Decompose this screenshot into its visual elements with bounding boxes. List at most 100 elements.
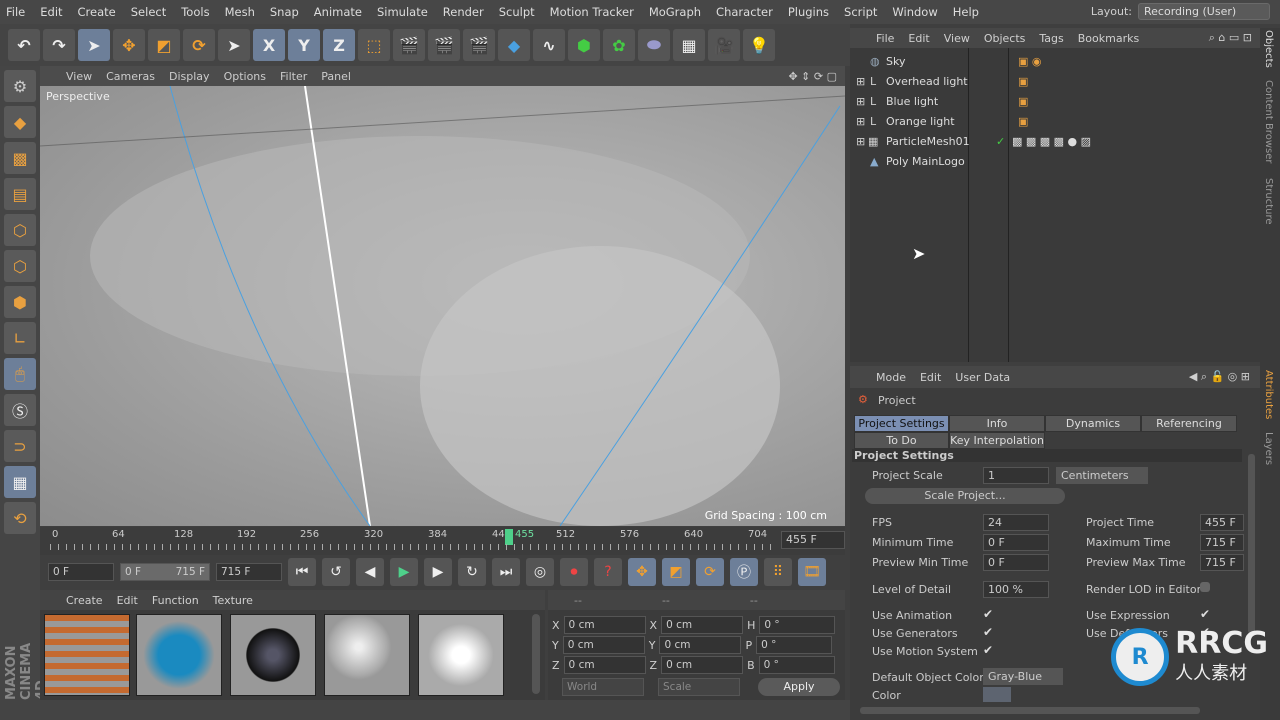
- menu-mesh[interactable]: Mesh: [225, 5, 255, 19]
- preview-max-field[interactable]: 715 F: [1200, 554, 1244, 571]
- model-mode-icon[interactable]: ◆: [4, 106, 36, 138]
- edges-mode-icon[interactable]: ⬡: [4, 250, 36, 282]
- nav-icons[interactable]: ◀ ⌕ 🔓 ◎ ⊞: [1189, 370, 1250, 384]
- record-pla-icon[interactable]: ⠿: [764, 558, 792, 586]
- object-row-overhead-light[interactable]: ⊞ L Overhead light ▣: [850, 71, 1260, 91]
- material-menu-create[interactable]: Create: [66, 594, 103, 607]
- render-picture-viewer-icon[interactable]: 🎬: [428, 29, 460, 61]
- viewport-menu-panel[interactable]: Panel: [321, 70, 351, 83]
- rotate-tool-icon[interactable]: ⟳: [183, 29, 215, 61]
- project-time-field[interactable]: 455 F: [1200, 514, 1244, 531]
- menu-script[interactable]: Script: [844, 5, 877, 19]
- size-mode-dropdown[interactable]: Scale: [658, 678, 740, 696]
- live-select-icon[interactable]: ➤: [218, 29, 250, 61]
- position-y-field[interactable]: 0 cm: [562, 636, 645, 654]
- tweak-mode-icon[interactable]: 🖱: [4, 358, 36, 390]
- record-rotation-icon[interactable]: ⟳: [696, 558, 724, 586]
- preview-min-field[interactable]: 0 F: [983, 554, 1049, 571]
- go-to-start-icon[interactable]: ⏮: [288, 558, 316, 586]
- obj-menu-file[interactable]: File: [876, 32, 894, 45]
- material-menu-edit[interactable]: Edit: [117, 594, 138, 607]
- camera-icon[interactable]: 🎥: [708, 29, 740, 61]
- expand-icon[interactable]: ⊞: [856, 95, 865, 108]
- menu-edit[interactable]: Edit: [40, 5, 62, 19]
- make-editable-icon[interactable]: ⚙: [4, 70, 36, 102]
- use-motion-checkbox[interactable]: ✔: [983, 643, 993, 657]
- spline-pen-icon[interactable]: ∿: [533, 29, 565, 61]
- timeline-ruler[interactable]: 0 64 128 192 256 320 384 44 455 512 576 …: [40, 527, 845, 555]
- search-icon[interactable]: ⌕ ⌂ ▭ ⊡: [1209, 31, 1252, 45]
- color-swatch[interactable]: [983, 687, 1011, 702]
- undo-icon[interactable]: ↶: [8, 29, 40, 61]
- scale-project-button[interactable]: Scale Project...: [865, 488, 1065, 504]
- material-menu-texture[interactable]: Texture: [213, 594, 253, 607]
- render-settings-icon[interactable]: 🎬: [463, 29, 495, 61]
- points-mode-icon[interactable]: ⬡: [4, 214, 36, 246]
- go-to-end-icon[interactable]: ⏭: [492, 558, 520, 586]
- viewport-menu-cameras[interactable]: Cameras: [106, 70, 155, 83]
- attr-hscrollbar[interactable]: [860, 707, 1200, 714]
- record-position-icon[interactable]: ✥: [628, 558, 656, 586]
- object-row-orange-light[interactable]: ⊞ L Orange light ▣: [850, 111, 1260, 131]
- material-menu-function[interactable]: Function: [152, 594, 199, 607]
- menu-select[interactable]: Select: [131, 5, 166, 19]
- light-icon[interactable]: 💡: [743, 29, 775, 61]
- material-thumbnail[interactable]: [324, 614, 410, 696]
- 3d-viewport[interactable]: Perspective Grid Spacing : 100 cm: [40, 86, 845, 526]
- keyframe-selection-icon[interactable]: ?: [594, 558, 622, 586]
- object-row-poly-mainlogo[interactable]: ▲ Poly MainLogo: [850, 151, 1260, 171]
- workplane-icon[interactable]: ▤: [4, 178, 36, 210]
- play-icon[interactable]: ▶: [390, 558, 418, 586]
- object-row-sky[interactable]: ◍ Sky ▣ ◉: [850, 51, 1260, 71]
- axis-mode-icon[interactable]: ∟: [4, 322, 36, 354]
- menu-tools[interactable]: Tools: [181, 5, 209, 19]
- texture-mode-icon[interactable]: ▩: [4, 142, 36, 174]
- side-tab-structure[interactable]: Structure: [1263, 178, 1274, 225]
- position-z-field[interactable]: 0 cm: [563, 656, 646, 674]
- magnet-icon[interactable]: ⊃: [4, 430, 36, 462]
- previous-frame-icon[interactable]: ◀: [356, 558, 384, 586]
- obj-menu-tags[interactable]: Tags: [1039, 32, 1063, 45]
- tab-referencing[interactable]: Referencing: [1141, 415, 1237, 432]
- menu-render[interactable]: Render: [443, 5, 484, 19]
- menu-plugins[interactable]: Plugins: [788, 5, 829, 19]
- preview-range-slider[interactable]: 0 F 715 F: [120, 563, 210, 581]
- side-tab-content-browser[interactable]: Content Browser: [1263, 80, 1274, 163]
- tab-to-do[interactable]: To Do: [854, 432, 949, 449]
- polygons-mode-icon[interactable]: ⬢: [4, 286, 36, 318]
- material-scrollbar[interactable]: [532, 614, 540, 694]
- coordinate-system-icon[interactable]: ⬚: [358, 29, 390, 61]
- record-parameter-icon[interactable]: Ⓟ: [730, 558, 758, 586]
- obj-menu-objects[interactable]: Objects: [984, 32, 1026, 45]
- planar-workplane-icon[interactable]: ⟲: [4, 502, 36, 534]
- menu-help[interactable]: Help: [953, 5, 979, 19]
- layout-dropdown[interactable]: Recording (User): [1138, 3, 1270, 20]
- menu-file[interactable]: File: [6, 5, 25, 19]
- x-axis-lock[interactable]: X: [253, 29, 285, 61]
- tab-info[interactable]: Info: [949, 415, 1045, 432]
- render-view-icon[interactable]: 🎬: [393, 29, 425, 61]
- position-x-field[interactable]: 0 cm: [563, 616, 646, 634]
- material-thumbnail[interactable]: [230, 614, 316, 696]
- subdivision-icon[interactable]: ⬢: [568, 29, 600, 61]
- obj-menu-view[interactable]: View: [944, 32, 970, 45]
- next-frame-icon[interactable]: ▶: [424, 558, 452, 586]
- menu-character[interactable]: Character: [716, 5, 773, 19]
- deformer-icon[interactable]: ⬬: [638, 29, 670, 61]
- viewport-menu-options[interactable]: Options: [224, 70, 266, 83]
- previous-key-icon[interactable]: ↺: [322, 558, 350, 586]
- menu-sculpt[interactable]: Sculpt: [499, 5, 535, 19]
- expand-icon[interactable]: ⊞: [856, 135, 865, 148]
- fps-field[interactable]: 24: [983, 514, 1049, 531]
- units-dropdown[interactable]: Centimeters: [1056, 467, 1148, 484]
- coord-mode-dropdown[interactable]: World: [562, 678, 644, 696]
- current-frame-field[interactable]: 455 F: [781, 531, 845, 549]
- enabled-check-icon[interactable]: ✓: [996, 135, 1005, 148]
- viewport-menu-view[interactable]: View: [66, 70, 92, 83]
- use-expression-checkbox[interactable]: ✔: [1200, 607, 1210, 621]
- size-x-field[interactable]: 0 cm: [661, 616, 744, 634]
- record-scale-icon[interactable]: ◩: [662, 558, 690, 586]
- floor-icon[interactable]: ▦: [673, 29, 705, 61]
- menu-animate[interactable]: Animate: [314, 5, 362, 19]
- expand-icon[interactable]: ⊞: [856, 75, 865, 88]
